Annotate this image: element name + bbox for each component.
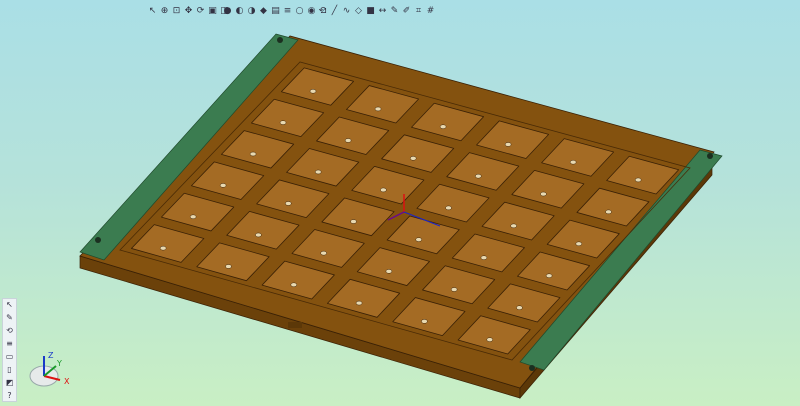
help-icon[interactable]: ? [3, 390, 16, 401]
bolt-hole [707, 153, 713, 159]
ejector-hole [409, 156, 417, 161]
x-axis-label: X [64, 377, 70, 386]
bolt-hole [529, 365, 535, 371]
y-axis-label: Y [56, 359, 62, 368]
pick-icon[interactable]: ↖ [3, 299, 16, 310]
ejector-hole [545, 273, 553, 279]
ejector-hole [355, 300, 363, 306]
ejector-hole [279, 120, 287, 125]
ejector-hole [385, 269, 393, 274]
ejector-hole [421, 319, 428, 324]
ejector-hole [159, 245, 167, 251]
ejector-hole [569, 159, 577, 165]
ejector-hole [540, 191, 547, 197]
ejector-hole [290, 282, 298, 288]
ejector-hole [415, 237, 422, 242]
front-view-icon[interactable]: ▯ [3, 364, 16, 375]
ejector-hole [285, 201, 292, 206]
ejector-hole [374, 106, 382, 112]
ejector-hole [510, 223, 517, 229]
3d-viewport[interactable]: ↖ ⊕ ⊡ ✥ ⟳ ▣ ◫ ● ◐ ◑ ◆ ▤ ≡ ○ ◉ ⊿ ↶ ╱ ∿ ◇ ■ ↔ ✎ ✐ ⌗ # ↖ ✎ ⟲ ≡ ▭ ▯ ◩? [0, 0, 800, 406]
ejector-hole [314, 169, 322, 175]
ejector-hole [189, 214, 197, 220]
ejector-hole [344, 138, 352, 143]
rotate-view-icon[interactable]: ⟲ [3, 325, 16, 336]
edit-icon[interactable]: ✎ [3, 312, 16, 323]
ejector-hole [225, 264, 232, 269]
ejector-hole [634, 177, 642, 183]
left-toolbar: ↖ ✎ ⟲ ≡ ▭ ▯ ◩? [2, 298, 17, 402]
ejector-hole [439, 124, 447, 129]
ejector-hole [255, 232, 262, 238]
ejector-hole [219, 183, 227, 188]
bolt-hole [277, 37, 283, 43]
layers-icon[interactable]: ≡ [3, 338, 16, 349]
cad-model[interactable] [0, 0, 800, 406]
iso-view-icon[interactable]: ◩ [3, 377, 16, 388]
axis-triad: Z Y X [29, 351, 70, 387]
ejector-hole [575, 241, 583, 247]
ejector-hole [486, 337, 493, 342]
ejector-hole [445, 205, 452, 211]
front-notch [288, 322, 302, 328]
ejector-hole [516, 305, 523, 310]
ejector-hole [350, 219, 357, 224]
ejector-hole [380, 187, 387, 193]
ejector-hole [480, 255, 488, 260]
bolt-hole [95, 237, 101, 243]
ejector-hole [249, 151, 257, 157]
ejector-hole [450, 287, 458, 292]
ejector-hole [320, 250, 327, 256]
ejector-hole [475, 173, 482, 179]
top-view-icon[interactable]: ▭ [3, 351, 16, 362]
z-axis-label: Z [48, 351, 54, 360]
ejector-hole [504, 142, 512, 147]
ejector-hole [309, 88, 317, 94]
ejector-hole [605, 209, 612, 215]
